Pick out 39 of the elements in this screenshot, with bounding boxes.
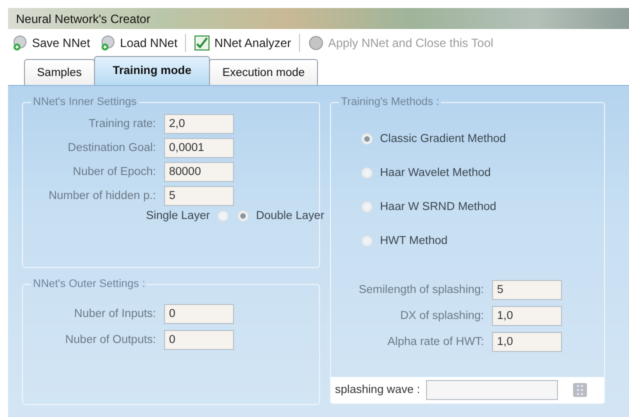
- field-label: Nuber of Outputs:: [64, 334, 156, 346]
- input-field[interactable]: 0: [164, 304, 234, 324]
- field-label: Semilength of splashing:: [358, 284, 484, 296]
- sphere-icon: [308, 34, 324, 51]
- grid-icon: [572, 382, 588, 398]
- radio-button[interactable]: Haar Wavelet Method: [361, 167, 491, 179]
- toolbar-button[interactable]: Save NNet: [10, 32, 92, 53]
- radio-button[interactable]: Haar W SRND Method: [361, 201, 496, 213]
- field-label: Alpha rate of HWT:: [386, 336, 484, 348]
- field-label: Number of hidden p.:: [48, 190, 156, 202]
- radio-button[interactable]: HWT Method: [361, 235, 448, 247]
- input-field[interactable]: 5: [492, 280, 562, 300]
- window-title: Neural Network's Creator: [8, 8, 629, 30]
- input-field[interactable]: 2,0: [164, 114, 234, 134]
- input-field[interactable]: 0,0001: [164, 138, 234, 158]
- tab[interactable]: Samples: [24, 59, 95, 85]
- group-legend: NNet's Outer Settings :: [31, 278, 148, 290]
- input-field[interactable]: [426, 380, 558, 400]
- field-label: Nuber of Inputs:: [73, 308, 156, 320]
- tab[interactable]: Training mode: [94, 56, 210, 85]
- group-legend: NNet's Inner Settings: [31, 96, 139, 108]
- chart-check-icon: [194, 34, 210, 51]
- field-label: splashing wave :: [335, 384, 420, 396]
- toolbar-button[interactable]: NNet Analyzer: [192, 32, 294, 53]
- tab[interactable]: Execution mode: [209, 59, 318, 85]
- radio-button[interactable]: Single Layer: [146, 210, 229, 222]
- radio-button[interactable]: Double Layer: [236, 210, 324, 222]
- input-field[interactable]: 1,0: [492, 332, 562, 352]
- field-label: Training rate:: [88, 118, 156, 130]
- field-label: DX of splashing:: [399, 310, 484, 322]
- input-field[interactable]: 1,0: [492, 306, 562, 326]
- field-label: Nuber of Epoch:: [72, 166, 156, 178]
- input-field[interactable]: 5: [164, 186, 234, 206]
- field-label: Destination Goal:: [66, 142, 156, 154]
- input-field[interactable]: 0: [164, 330, 234, 350]
- input-field[interactable]: 80000: [164, 162, 234, 182]
- group-legend: Training's Methods :: [339, 96, 442, 108]
- radio-button[interactable]: Classic Gradient Method: [361, 133, 506, 145]
- toolbar-button[interactable]: Load NNet: [98, 32, 180, 53]
